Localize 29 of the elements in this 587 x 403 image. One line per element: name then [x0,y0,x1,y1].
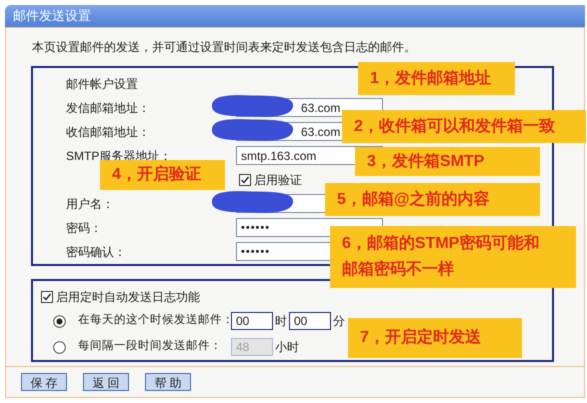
checkbox-label: 启用验证 [254,172,302,189]
unit-label: 分 [333,313,345,330]
radio-button[interactable] [53,314,66,328]
checkbox[interactable] [41,291,53,303]
section-heading: 邮件帐户设置 [66,76,138,93]
field-label: 密码： [66,220,103,237]
checkbox[interactable] [239,174,251,186]
action-button[interactable]: 帮 助 [145,373,191,391]
field-label: 用户名： [66,196,115,213]
field-label: 收信邮箱地址： [66,124,151,141]
input-field[interactable]: 00 [289,312,331,330]
checkbox-label: 启用定时自动发送日志功能 [56,289,200,306]
annotation-text: 1，发件邮箱地址 [370,68,492,88]
annotation-text: 邮箱密码不一样 [342,259,455,280]
option-label: 在每天的这个时候发送邮件： [78,312,231,328]
description-text: 本页设置邮件的发送，并可通过设置时间表来定时发送包含日志的邮件。 [32,39,417,54]
unit-label: 时 [275,313,287,330]
field-label: 发信邮箱地址： [66,100,151,117]
option-label: 每间隔一段时间发送邮件： [78,338,223,354]
action-button[interactable]: 返 回 [83,373,129,391]
annotation-text: 5，邮箱@之前的内容 [337,189,490,210]
annotation-text: 7，开启定时发送 [360,327,482,348]
annotation-text: 2，收件箱可以和发件箱一致 [354,116,556,136]
action-button[interactable]: 保 存 [21,373,67,391]
annotation-text: 4，开启验证 [112,164,202,185]
window-title: 邮件发送设置 [13,7,91,26]
field-label: 密码确认： [66,244,127,261]
unit-label: 小时 [275,339,299,356]
input-field[interactable]: 00 [231,312,273,330]
